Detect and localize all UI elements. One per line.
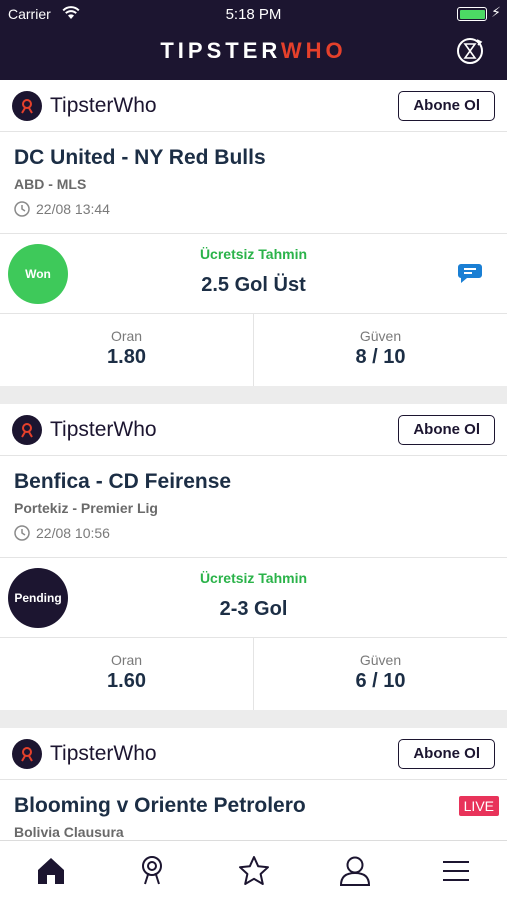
odds-label: Oran [110, 328, 143, 344]
tab-menu[interactable] [406, 841, 507, 900]
profile-icon [339, 856, 370, 886]
prediction-block: Won Ücretsiz Tahmin 2.5 Gol Üst [0, 234, 507, 314]
date-text: 22/08 10:56 [36, 525, 110, 541]
confidence-value: 8 / 10 [355, 346, 406, 368]
prediction-label: Ücretsiz Tahmin [199, 246, 308, 262]
match-title: DC United - NY Red Bulls [14, 146, 266, 169]
app-logo: TIPSTERWHO [0, 38, 507, 64]
subscribe-button[interactable]: Abone Ol [398, 738, 495, 769]
subscribe-button[interactable]: Abone Ol [398, 414, 495, 445]
menu-icon [443, 860, 470, 881]
confidence-stat: Güven 6 / 10 [253, 638, 507, 710]
tips-feed[interactable]: TipsterWho Abone Ol DC United - NY Red B… [0, 80, 507, 840]
match-date: 22/08 13:44 [14, 201, 493, 217]
confidence-label: Güven [359, 652, 402, 668]
tipster-name[interactable]: TipsterWho [50, 418, 398, 442]
prediction-block: Pending Ücretsiz Tahmin 2-3 Gol [0, 558, 507, 638]
clock-label: 5:18 PM [225, 6, 282, 23]
tipster-row: TipsterWho Abone Ol [0, 404, 507, 456]
tip-card[interactable]: TipsterWho Abone Ol DC United - NY Red B… [0, 80, 507, 386]
league-label: Portekiz - Premier Lig [14, 500, 158, 516]
confidence-label: Güven [359, 328, 402, 344]
logo-accent-text: WHO [280, 38, 347, 63]
odds-value: 1.80 [107, 346, 146, 368]
tipster-name[interactable]: TipsterWho [50, 742, 398, 766]
match-info: Benfica - CD Feirense Portekiz - Premier… [0, 456, 507, 558]
history-icon[interactable] [455, 36, 485, 66]
tipster-search-icon [142, 855, 163, 884]
clock-icon [14, 525, 30, 541]
tab-home[interactable] [0, 841, 101, 900]
battery-icon [457, 7, 487, 21]
match-title: Benfica - CD Feirense [14, 470, 232, 493]
match-info: Blooming v Oriente Petrolero Bolivia Cla… [0, 780, 507, 840]
odds-stat: Oran 1.60 [0, 638, 253, 710]
confidence-stat: Güven 8 / 10 [253, 314, 507, 386]
tipster-row: TipsterWho Abone Ol [0, 728, 507, 780]
league-label: ABD - MLS [14, 176, 87, 192]
subscribe-button[interactable]: Abone Ol [398, 90, 495, 121]
home-icon [37, 857, 64, 884]
odds-stat: Oran 1.80 [0, 314, 253, 386]
tip-card[interactable]: TipsterWho Abone Ol Benfica - CD Feirens… [0, 404, 507, 710]
tab-tipsters[interactable] [101, 841, 202, 900]
clock-icon [14, 201, 30, 217]
tipster-avatar[interactable] [12, 414, 42, 445]
tipster-avatar[interactable] [12, 738, 42, 769]
star-icon [238, 855, 269, 885]
prediction-label: Ücretsiz Tahmin [199, 570, 308, 586]
prediction-value: 2-3 Gol [219, 598, 288, 620]
status-bar: Carrier 5:18 PM ⚡ [0, 0, 507, 28]
tab-profile[interactable] [304, 841, 405, 900]
tipster-avatar[interactable] [12, 90, 42, 121]
comment-icon[interactable] [457, 262, 483, 284]
tab-bar [0, 840, 507, 900]
stats-row: Oran 1.80 Güven 8 / 10 [0, 314, 507, 386]
app-header: Carrier 5:18 PM ⚡ TIPSTERWHO [0, 0, 507, 80]
match-title: Blooming v Oriente Petrolero [14, 794, 306, 817]
league-label: Bolivia Clausura [14, 824, 124, 840]
tab-favorites[interactable] [203, 841, 304, 900]
date-text: 22/08 13:44 [36, 201, 110, 217]
tipster-name[interactable]: TipsterWho [50, 94, 398, 118]
logo-main-text: TIPSTER [160, 38, 281, 63]
live-badge: LIVE [458, 796, 499, 816]
stats-row: Oran 1.60 Güven 6 / 10 [0, 638, 507, 710]
odds-label: Oran [110, 652, 143, 668]
match-date: 22/08 10:56 [14, 525, 493, 541]
charging-icon: ⚡ [491, 4, 501, 20]
match-info: DC United - NY Red Bulls ABD - MLS 22/08… [0, 132, 507, 234]
confidence-value: 6 / 10 [355, 670, 406, 692]
prediction-value: 2.5 Gol Üst [201, 274, 306, 296]
tip-card[interactable]: TipsterWho Abone Ol Blooming v Oriente P… [0, 728, 507, 840]
tipster-row: TipsterWho Abone Ol [0, 80, 507, 132]
odds-value: 1.60 [107, 670, 146, 692]
